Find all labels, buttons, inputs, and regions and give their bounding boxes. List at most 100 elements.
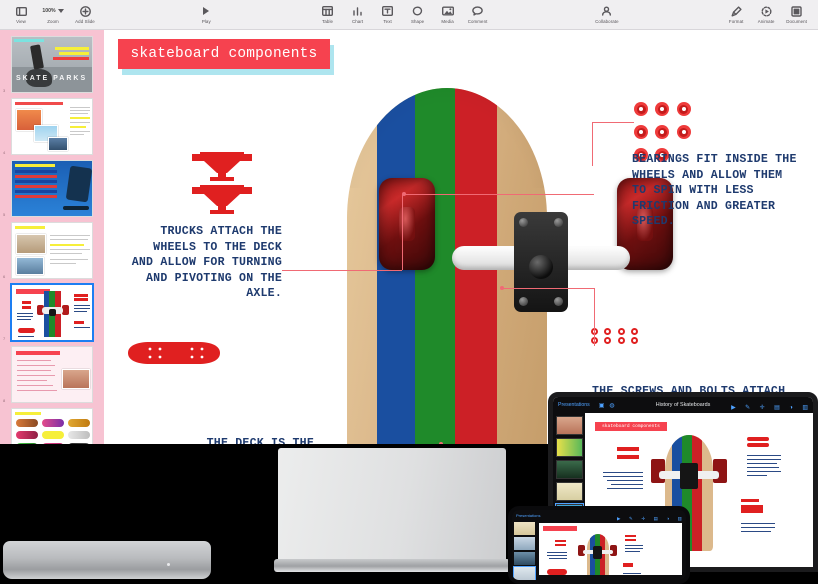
iphone-current-slide[interactable] bbox=[539, 523, 682, 575]
thumb-art bbox=[12, 99, 92, 154]
play-label: Play bbox=[201, 19, 211, 25]
list-item[interactable]: 4 bbox=[3, 98, 93, 155]
nuts-row-2 bbox=[591, 335, 661, 344]
play-icon bbox=[201, 5, 211, 18]
slide-thumbnail-4[interactable] bbox=[11, 98, 93, 155]
thumb-word: SKATE PARKS bbox=[16, 75, 88, 82]
animate-button[interactable]: Animate bbox=[751, 5, 781, 24]
iphone-back-button[interactable]: Presentations bbox=[516, 513, 540, 518]
thumb-art: SKATE PARKS bbox=[12, 37, 92, 92]
format-brush-icon bbox=[731, 5, 742, 18]
iphone-screen[interactable]: Presentations ▶ ✎ ✛ ▤ ◑ ▥ bbox=[512, 510, 686, 580]
iphone-thumbnail[interactable] bbox=[514, 537, 535, 550]
iphone-slide-navigator[interactable] bbox=[513, 522, 536, 580]
ipad-screws-icon bbox=[741, 505, 763, 513]
bearing-icon bbox=[676, 125, 691, 139]
add-slide-icon bbox=[79, 5, 91, 18]
media-button[interactable]: Media bbox=[433, 5, 463, 24]
slide-number: 5 bbox=[3, 212, 6, 217]
current-slide[interactable]: skateboard components TRUCKS ATTACH THE … bbox=[104, 30, 818, 444]
text-button[interactable]: Text bbox=[373, 5, 403, 24]
iphone-screws-icon bbox=[623, 563, 633, 567]
comment-button[interactable]: Comment bbox=[463, 5, 493, 25]
slide-thumbnail-3[interactable]: SKATE PARKS bbox=[11, 36, 93, 93]
skateboard-truck bbox=[452, 208, 630, 328]
skateboard-artwork bbox=[347, 88, 673, 444]
connector-screws-h1 bbox=[502, 288, 594, 290]
list-item[interactable]: 8 bbox=[3, 346, 93, 403]
title-box[interactable]: skateboard components bbox=[118, 39, 330, 69]
add-slide-label: Add Slide bbox=[75, 19, 95, 25]
document-icon bbox=[791, 5, 802, 18]
bearings-callout-text: BEARINGS FIT INSIDE THE WHEELS AND ALLOW… bbox=[632, 153, 797, 229]
truck-axle-bolt bbox=[529, 255, 553, 279]
slide-number: 7 bbox=[3, 336, 6, 341]
list-item[interactable]: SKATE PARKS 3 bbox=[3, 36, 93, 93]
slide-navigator[interactable]: SKATE PARKS 3 4 5 6 7 8 bbox=[0, 30, 104, 444]
screenshot-root: View 100% Zoom Add Slide Play Table Char… bbox=[0, 0, 818, 584]
thumb-art bbox=[12, 161, 92, 216]
iphone-bearings-icon bbox=[625, 539, 636, 541]
ipad-toolbar: Presentations ▣ ◍ History of Skateboards… bbox=[553, 397, 813, 413]
slide-thumbnail-5[interactable] bbox=[11, 160, 93, 217]
truck-icon bbox=[192, 152, 252, 214]
list-item[interactable]: 7 bbox=[3, 283, 94, 342]
keynote-toolbar: View 100% Zoom Add Slide Play Table Char… bbox=[0, 0, 818, 30]
ipad-thumbnail[interactable] bbox=[555, 482, 583, 501]
iphone-toolbar: Presentations ▶ ✎ ✛ ▤ ◑ ▥ bbox=[512, 510, 686, 521]
animate-icon[interactable]: ◑ bbox=[666, 516, 669, 521]
list-item[interactable]: 9 bbox=[11, 408, 93, 444]
format-brush-icon[interactable]: ✎ bbox=[629, 516, 633, 521]
iphone-bearings-icon bbox=[625, 535, 636, 537]
thumb-header-bar bbox=[15, 102, 63, 105]
slide-canvas-area[interactable]: skateboard components TRUCKS ATTACH THE … bbox=[104, 30, 818, 444]
view-icon bbox=[15, 5, 27, 18]
shape-icon bbox=[412, 5, 423, 18]
ipad-thumbnail[interactable] bbox=[555, 416, 583, 435]
iphone-thumbnail[interactable] bbox=[514, 522, 535, 535]
comment-label: Comment bbox=[467, 19, 488, 25]
list-item[interactable]: 5 bbox=[3, 160, 93, 217]
trucks-icon-group bbox=[190, 152, 254, 219]
page-title: skateboard components bbox=[130, 46, 318, 62]
thumb-highlight-2 bbox=[59, 52, 89, 55]
toolbar-left-group: View 100% Zoom Add Slide bbox=[6, 5, 100, 25]
deck-callout-text: THE DECK IS THE PLATFORM bbox=[206, 437, 314, 444]
iphone-thumbnail[interactable] bbox=[514, 552, 535, 565]
slide-thumbnail-8[interactable] bbox=[11, 346, 93, 403]
add-slide-button[interactable]: Add Slide bbox=[70, 5, 100, 25]
list-item[interactable]: 6 bbox=[3, 222, 93, 279]
chart-button[interactable]: Chart bbox=[343, 5, 373, 24]
slide-thumbnail-6[interactable] bbox=[11, 222, 93, 279]
play-button[interactable]: Play bbox=[191, 5, 221, 25]
thumb-art bbox=[12, 347, 92, 402]
shape-button[interactable]: Shape bbox=[403, 5, 433, 24]
table-button[interactable]: Table bbox=[313, 5, 343, 24]
thumb-art bbox=[12, 409, 92, 444]
display-stand-foot bbox=[274, 559, 510, 572]
slide-thumbnail-7-selected[interactable] bbox=[10, 283, 94, 342]
screws-row bbox=[591, 347, 661, 383]
iphone-truck-base bbox=[593, 546, 602, 559]
thumb-highlight-3 bbox=[53, 57, 89, 60]
format-button[interactable]: Format bbox=[721, 5, 751, 24]
connector-dot-screws bbox=[500, 286, 504, 290]
document-icon[interactable]: ▥ bbox=[678, 516, 682, 521]
ipad-thumbnail[interactable] bbox=[555, 460, 583, 479]
ipad-thumbnail[interactable] bbox=[555, 438, 583, 457]
view-button[interactable]: View bbox=[6, 5, 36, 24]
collaborate-button[interactable]: Collaborate bbox=[584, 5, 630, 24]
comment-icon bbox=[472, 5, 483, 18]
iphone-thumbnail-selected[interactable] bbox=[513, 566, 536, 580]
thumb-art bbox=[12, 285, 92, 340]
zoom-control[interactable]: 100% Zoom bbox=[36, 5, 70, 24]
slide-thumbnail-9[interactable] bbox=[11, 408, 93, 444]
play-icon[interactable]: ▶ bbox=[617, 516, 621, 521]
media-icon[interactable]: ▤ bbox=[654, 516, 658, 521]
insert-icon[interactable]: ✛ bbox=[641, 516, 645, 521]
deck-icon-group bbox=[112, 336, 236, 375]
table-icon bbox=[322, 5, 334, 18]
thumb-highlight-1 bbox=[55, 47, 89, 50]
document-button[interactable]: Document bbox=[781, 5, 812, 24]
nut-icon bbox=[631, 328, 639, 335]
